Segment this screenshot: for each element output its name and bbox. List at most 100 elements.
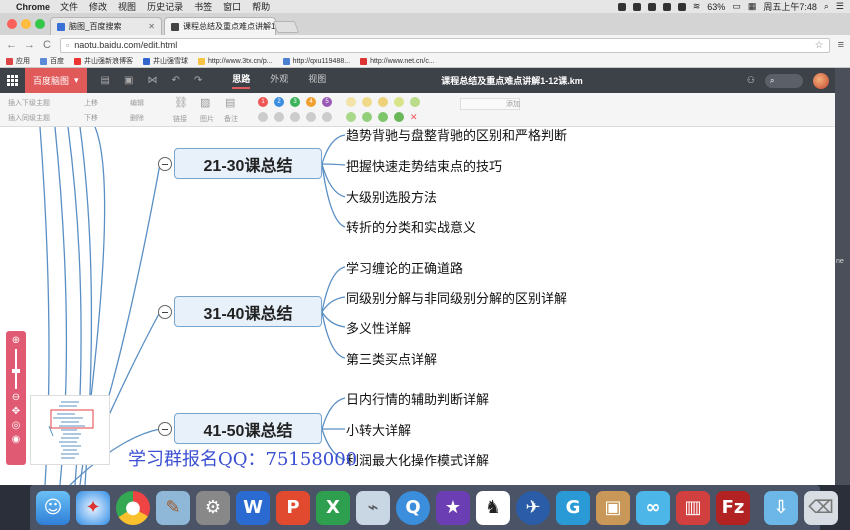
pro-app-icon[interactable]: G <box>556 490 590 525</box>
reload-icon[interactable]: C <box>42 39 52 51</box>
link-icon[interactable]: ⛓ <box>174 96 188 109</box>
zoom-in-icon[interactable]: ⊕ <box>12 335 20 346</box>
minimap-viewport[interactable] <box>50 409 94 429</box>
document-title[interactable]: 课程总结及重点难点讲解1-12课.km <box>441 74 583 87</box>
brand-menu[interactable]: 百度脑图 ▾ <box>25 68 87 93</box>
note-icon[interactable]: ▤ <box>225 96 235 109</box>
priority-9-badge[interactable] <box>306 112 316 122</box>
finder-icon[interactable]: ☺ <box>36 490 70 525</box>
status-icon[interactable] <box>632 2 641 11</box>
excel-icon[interactable]: X <box>316 490 350 525</box>
status-icon[interactable] <box>617 2 626 11</box>
progress-clear-icon[interactable]: ✕ <box>410 112 418 123</box>
priority-5-badge[interactable]: 5 <box>322 97 332 107</box>
undo-icon[interactable]: ↶ <box>171 75 179 86</box>
word-icon[interactable]: W <box>236 490 270 525</box>
system-preferences-icon[interactable]: ⚙ <box>196 490 230 525</box>
collapse-toggle[interactable] <box>158 305 172 319</box>
menu-help[interactable]: 帮助 <box>252 0 270 13</box>
mindmap-canvas[interactable]: 趋势背驰与盘整背驰的区别和严格判断 21-30课总结 把握快速走势结束点的技巧 … <box>0 127 835 485</box>
avatar[interactable] <box>813 72 829 89</box>
clock[interactable]: 周五上午7:48 <box>763 0 817 13</box>
zoom-slider[interactable] <box>12 349 20 389</box>
tab-idea[interactable]: 思路 <box>232 72 251 89</box>
tab-baidu-search[interactable]: 脑图_百度搜索 ✕ <box>50 17 162 35</box>
bookmark-xueqiu[interactable]: 井山强雪球 <box>143 56 188 66</box>
topic-leaf[interactable]: 把握快速走势结束点的技巧 <box>346 156 502 175</box>
progress-4-icon[interactable] <box>410 97 420 107</box>
tab-view[interactable]: 视图 <box>308 72 326 89</box>
priority-3-badge[interactable]: 3 <box>290 97 300 107</box>
minimap[interactable] <box>30 395 110 465</box>
collapse-toggle[interactable] <box>158 157 172 171</box>
priority-7-badge[interactable] <box>274 112 284 122</box>
address-bar[interactable]: ▫ naotu.baidu.com/edit.html ☆ <box>60 37 830 53</box>
menu-bookmarks[interactable]: 书签 <box>194 0 212 13</box>
app-menu[interactable]: Chrome <box>16 2 50 12</box>
new-file-icon[interactable]: ▤ <box>101 75 110 86</box>
close-tab-icon[interactable]: ✕ <box>148 22 155 31</box>
status-icon[interactable] <box>647 2 656 11</box>
menu-history[interactable]: 历史记录 <box>147 0 183 13</box>
topic-leaf[interactable]: 同级别分解与非同级别分解的区别详解 <box>346 288 567 307</box>
menu-file[interactable]: 文件 <box>60 0 78 13</box>
menu-window[interactable]: 窗口 <box>223 0 241 13</box>
topic-leaf[interactable]: 小转大详解 <box>346 420 411 439</box>
progress-3-icon[interactable] <box>394 97 404 107</box>
menu-edit[interactable]: 修改 <box>89 0 107 13</box>
imovie-icon[interactable]: ★ <box>436 490 470 525</box>
topic-leaf[interactable]: 转折的分类和实战意义 <box>346 217 476 236</box>
locate-icon[interactable]: ◎ <box>12 420 21 431</box>
search-button[interactable]: ⌕ <box>765 73 803 88</box>
image-button[interactable]: 图片 <box>200 114 214 124</box>
back-icon[interactable]: ← <box>6 39 17 51</box>
collapse-toggle[interactable] <box>158 422 172 436</box>
priority-8-badge[interactable] <box>290 112 300 122</box>
chrome-menu-icon[interactable]: ≡ <box>838 39 844 51</box>
bookmark-baidu[interactable]: 百度 <box>40 56 64 66</box>
trash-icon[interactable]: ⌫ <box>804 490 838 525</box>
qq-icon[interactable]: ♞ <box>476 490 510 525</box>
bookmark-netcn[interactable]: http://www.net.cn/c... <box>360 57 435 65</box>
search-icon[interactable]: ⌕ <box>824 1 829 12</box>
redo-icon[interactable]: ↷ <box>194 75 202 86</box>
zoom-out-icon[interactable]: ⊖ <box>12 392 20 403</box>
battery-icon[interactable]: ▭ <box>732 1 741 12</box>
minimize-window-button[interactable] <box>21 19 31 29</box>
topic-leaf[interactable]: 第三类买点详解 <box>346 349 437 368</box>
progress-2-icon[interactable] <box>378 97 388 107</box>
topic-node[interactable]: 21-30课总结 <box>174 148 322 179</box>
topic-node[interactable]: 41-50课总结 <box>174 413 322 444</box>
forward-icon[interactable]: → <box>24 39 35 51</box>
topic-leaf[interactable]: 学习缠论的正确道路 <box>346 258 463 277</box>
progress-0-icon[interactable] <box>346 97 356 107</box>
link-button[interactable]: 链接 <box>173 114 187 124</box>
safari-icon[interactable]: ✦ <box>76 490 110 525</box>
battery-percent[interactable]: 63% <box>707 2 725 12</box>
bookmark-3tx[interactable]: http://www.3tx.cn/p... <box>198 57 273 65</box>
wifi-icon[interactable]: ≋ <box>693 1 701 12</box>
progress-6-icon[interactable] <box>362 112 372 122</box>
image-icon[interactable]: ▨ <box>200 96 210 109</box>
bookmark-qxu[interactable]: http://qxu119488... <box>282 57 350 65</box>
move-down-button[interactable]: 下移 <box>84 113 98 123</box>
cloud-sync-icon[interactable]: ∞ <box>636 490 670 525</box>
topic-leaf[interactable]: 日内行情的辅助判断详解 <box>346 389 489 408</box>
topic-leaf[interactable]: 多义性详解 <box>346 318 411 337</box>
tag-add-button[interactable]: 添加 <box>506 99 520 109</box>
apps-grid-icon[interactable] <box>0 68 25 93</box>
status-icon[interactable] <box>677 2 686 11</box>
zoom-window-button[interactable] <box>35 19 45 29</box>
parallels-icon[interactable]: ▥ <box>676 490 710 525</box>
insert-sibling-button[interactable]: 插入同级主题 <box>8 113 50 123</box>
archive-utility-icon[interactable]: ▣ <box>596 490 630 525</box>
list-icon[interactable]: ☰ <box>836 1 844 12</box>
priority-4-badge[interactable]: 4 <box>306 97 316 107</box>
downloads-folder-icon[interactable]: ⇩ <box>764 490 798 525</box>
new-tab-button[interactable] <box>272 21 300 33</box>
progress-done-icon[interactable] <box>394 112 404 122</box>
tab-naotu[interactable]: 课程总结及重点难点讲解1-12... ✕ <box>164 17 276 35</box>
priority-6-badge[interactable] <box>258 112 268 122</box>
preview-icon[interactable]: ✎ <box>156 490 190 525</box>
chrome-icon[interactable]: ● <box>116 490 150 525</box>
